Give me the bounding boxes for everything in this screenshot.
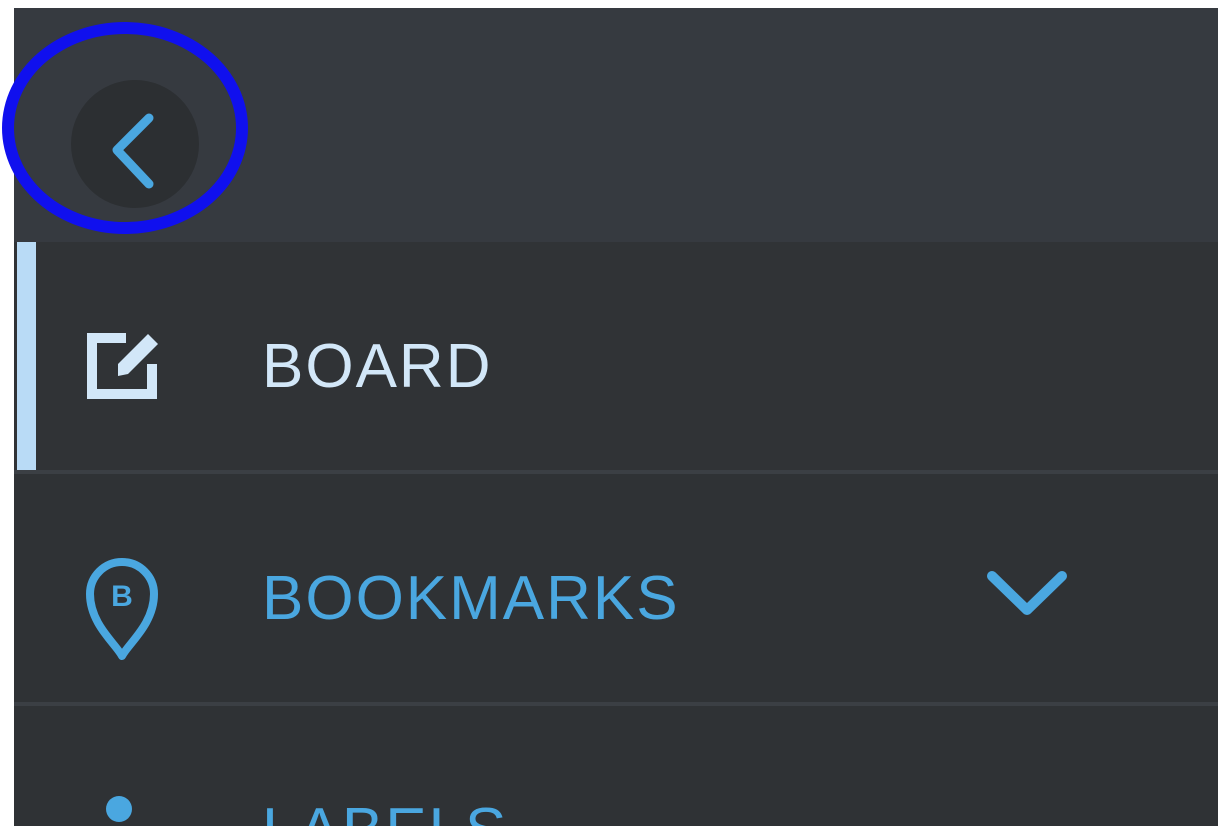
nav-item-label: BOOKMARKS [262,564,680,633]
nav-item-label: BOARD [262,332,493,401]
bookmark-pin-icon: B [86,558,158,660]
back-button[interactable] [71,80,199,208]
dot-icon [106,796,132,822]
active-indicator [17,242,36,470]
edit-icon [87,333,158,399]
chevron-left-icon [112,113,154,189]
chevron-down-icon[interactable] [982,566,1072,620]
nav-item-label: LABELS [262,800,508,827]
bookmark-pin-letter: B [111,580,133,613]
sidebar-panel: B [14,8,1218,826]
sidebar-header [14,8,1218,242]
nav-item-label-clip: LABELS [262,792,662,827]
nav-item-board[interactable] [14,242,1218,470]
